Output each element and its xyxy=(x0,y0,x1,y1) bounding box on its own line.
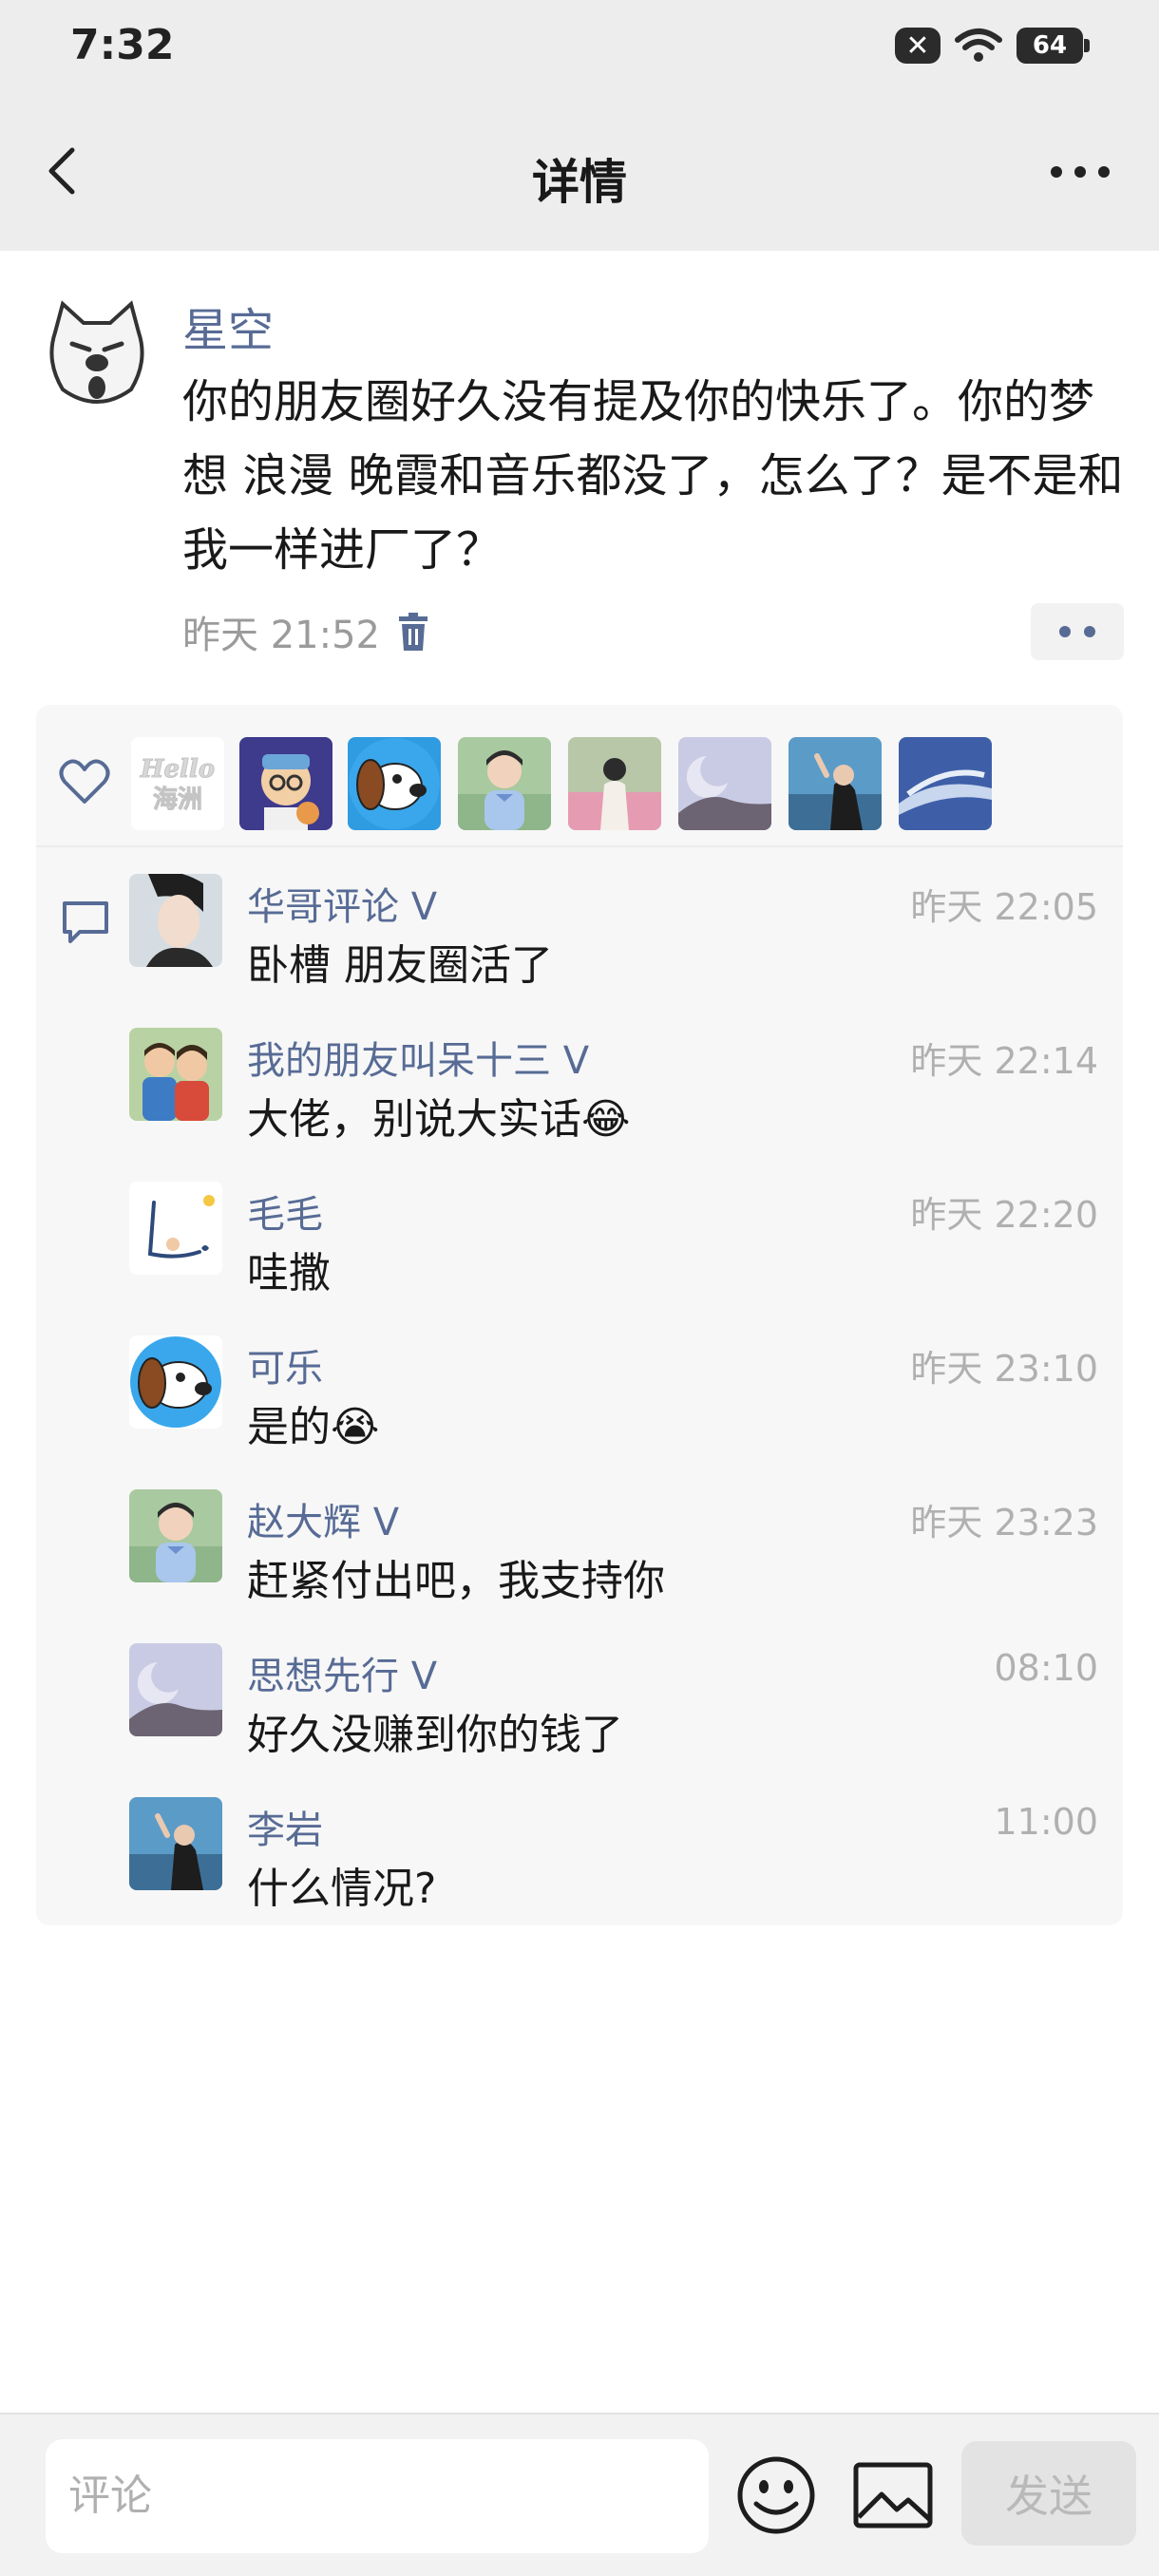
page-title: 详情 xyxy=(532,155,627,210)
send-button[interactable]: 发送 xyxy=(961,2441,1136,2546)
comment-text: 卧槽 朋友圈活了 xyxy=(247,941,553,990)
likes-row: Hello 海洲 xyxy=(36,705,1123,847)
comment-item[interactable]: 毛毛 昨天 22:20 哇撒 xyxy=(129,1182,1098,1324)
comment-text: 哇撒 xyxy=(247,1249,331,1297)
comment-avatar[interactable] xyxy=(129,1489,222,1582)
comment-avatar[interactable] xyxy=(129,1335,222,1429)
post-text: 你的朋友圈好久没有提及你的快乐了。你的梦想 浪漫 晚霞和音乐都没了，怎么了？是不… xyxy=(182,375,1124,577)
status-icons: ✕ 64 xyxy=(895,27,1090,65)
comment-text: 赶紧付出吧，我支持你 xyxy=(247,1557,665,1605)
wifi-icon xyxy=(955,28,1002,62)
comment-author[interactable]: 华哥评论 V xyxy=(247,876,437,931)
comment-text: 什么情况? xyxy=(247,1865,437,1913)
comment-item[interactable]: 可乐 昨天 23:10 是的😭 xyxy=(129,1335,1098,1478)
battery-icon: 64 xyxy=(1016,28,1090,64)
like-avatar[interactable] xyxy=(678,737,771,830)
comment-avatar[interactable] xyxy=(129,1797,222,1890)
heart-icon xyxy=(59,759,110,804)
comment-avatar[interactable] xyxy=(129,1643,222,1736)
post-time: 昨天 21:52 xyxy=(182,614,380,657)
comment-time: 08:10 xyxy=(994,1647,1098,1689)
interaction-panel: Hello 海洲 华哥评论 V 昨天 22:05 卧槽 朋友圈活了 我的朋友叫呆… xyxy=(36,705,1123,1925)
comment-time: 昨天 23:10 xyxy=(910,1348,1098,1390)
like-avatar[interactable] xyxy=(348,737,441,830)
dot xyxy=(1084,626,1095,637)
like-avatar[interactable] xyxy=(239,737,332,830)
like-avatar[interactable] xyxy=(568,737,661,830)
comment-text: 是的😭 xyxy=(247,1403,380,1451)
nav-bar: 详情 xyxy=(0,95,1159,251)
comment-time: 昨天 23:23 xyxy=(910,1502,1098,1544)
more-actions-button[interactable] xyxy=(1031,603,1124,660)
like-avatar[interactable]: Hello 海洲 xyxy=(131,737,224,830)
post-meta: 昨天 21:52 xyxy=(182,604,429,659)
comment-author[interactable]: 思想先行 V xyxy=(247,1645,437,1700)
post-author-avatar[interactable] xyxy=(36,294,158,416)
trash-icon[interactable] xyxy=(397,613,429,651)
like-avatar[interactable] xyxy=(899,737,992,830)
comment-time: 昨天 22:05 xyxy=(910,886,1098,928)
comment-text: 大佬，别说大实话😂 xyxy=(247,1095,631,1144)
comment-author[interactable]: 李岩 xyxy=(247,1799,323,1854)
comment-text: 好久没赚到你的钱了 xyxy=(247,1711,623,1759)
comment-time: 昨天 22:14 xyxy=(910,1040,1098,1082)
status-time: 7:32 xyxy=(70,21,175,69)
notification-badge-icon: ✕ xyxy=(895,28,940,64)
svg-text:Hello: Hello xyxy=(140,755,215,784)
comment-author[interactable]: 毛毛 xyxy=(247,1184,323,1239)
comment-avatar[interactable] xyxy=(129,1182,222,1275)
like-avatar[interactable] xyxy=(788,737,882,830)
comment-item[interactable]: 李岩 11:00 什么情况? xyxy=(129,1797,1098,1940)
dot xyxy=(1059,626,1071,637)
comment-input-bar: 评论 发送 xyxy=(0,2413,1159,2576)
status-bar: 7:32 ✕ 64 xyxy=(0,0,1159,95)
comment-author[interactable]: 赵大辉 V xyxy=(247,1491,399,1546)
comment-author[interactable]: 我的朋友叫呆十三 V xyxy=(247,1030,589,1085)
comment-avatar[interactable] xyxy=(129,874,222,967)
comment-avatar[interactable] xyxy=(129,1028,222,1121)
comment-time: 昨天 22:20 xyxy=(910,1194,1098,1236)
image-icon[interactable] xyxy=(853,2462,933,2529)
comment-input[interactable]: 评论 xyxy=(46,2439,709,2553)
comment-bubble-icon xyxy=(63,901,108,943)
emoji-icon[interactable] xyxy=(735,2454,817,2536)
comment-item[interactable]: 思想先行 V 08:10 好久没赚到你的钱了 xyxy=(129,1643,1098,1786)
svg-text:海洲: 海洲 xyxy=(153,786,202,814)
comment-author[interactable]: 可乐 xyxy=(247,1337,323,1392)
comment-item[interactable]: 赵大辉 V 昨天 23:23 赶紧付出吧，我支持你 xyxy=(129,1489,1098,1632)
comment-item[interactable]: 华哥评论 V 昨天 22:05 卧槽 朋友圈活了 xyxy=(129,874,1098,1016)
like-avatar[interactable] xyxy=(458,737,551,830)
post-author-name[interactable]: 星空 xyxy=(182,293,274,359)
comment-time: 11:00 xyxy=(994,1801,1098,1843)
comment-item[interactable]: 我的朋友叫呆十三 V 昨天 22:14 大佬，别说大实话😂 xyxy=(129,1028,1098,1170)
more-dots-icon[interactable] xyxy=(1047,158,1113,186)
